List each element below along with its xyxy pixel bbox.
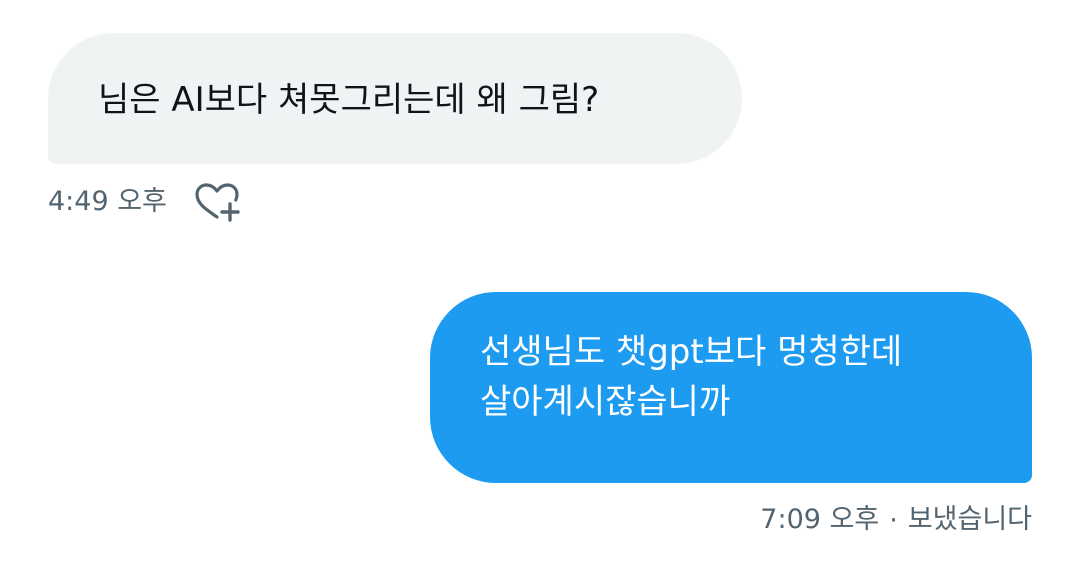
heart-plus-icon	[195, 183, 240, 222]
sent-message-bubble[interactable]: 선생님도 챗gpt보다 멍청한데 살아계시잖습니까	[430, 292, 1032, 483]
received-message-bubble[interactable]: 님은 AI보다 쳐못그리는데 왜 그림?	[48, 33, 742, 164]
add-reaction-button[interactable]	[193, 180, 243, 224]
received-message-time: 4:49 오후	[48, 186, 167, 217]
sent-message-line-2: 살아계시잖습니까	[480, 382, 731, 422]
sent-message-status: 보냈습니다	[907, 504, 1032, 535]
sent-message-meta: 7:09 오후 · 보냈습니다	[760, 498, 1032, 542]
meta-separator: ·	[889, 504, 898, 536]
sent-message-line-1: 선생님도 챗gpt보다 멍청한데	[480, 332, 903, 372]
sent-message-time: 7:09 오후	[760, 504, 880, 535]
received-message-text: 님은 AI보다 쳐못그리는데 왜 그림?	[98, 80, 600, 120]
received-message-meta: 4:49 오후	[48, 180, 243, 224]
